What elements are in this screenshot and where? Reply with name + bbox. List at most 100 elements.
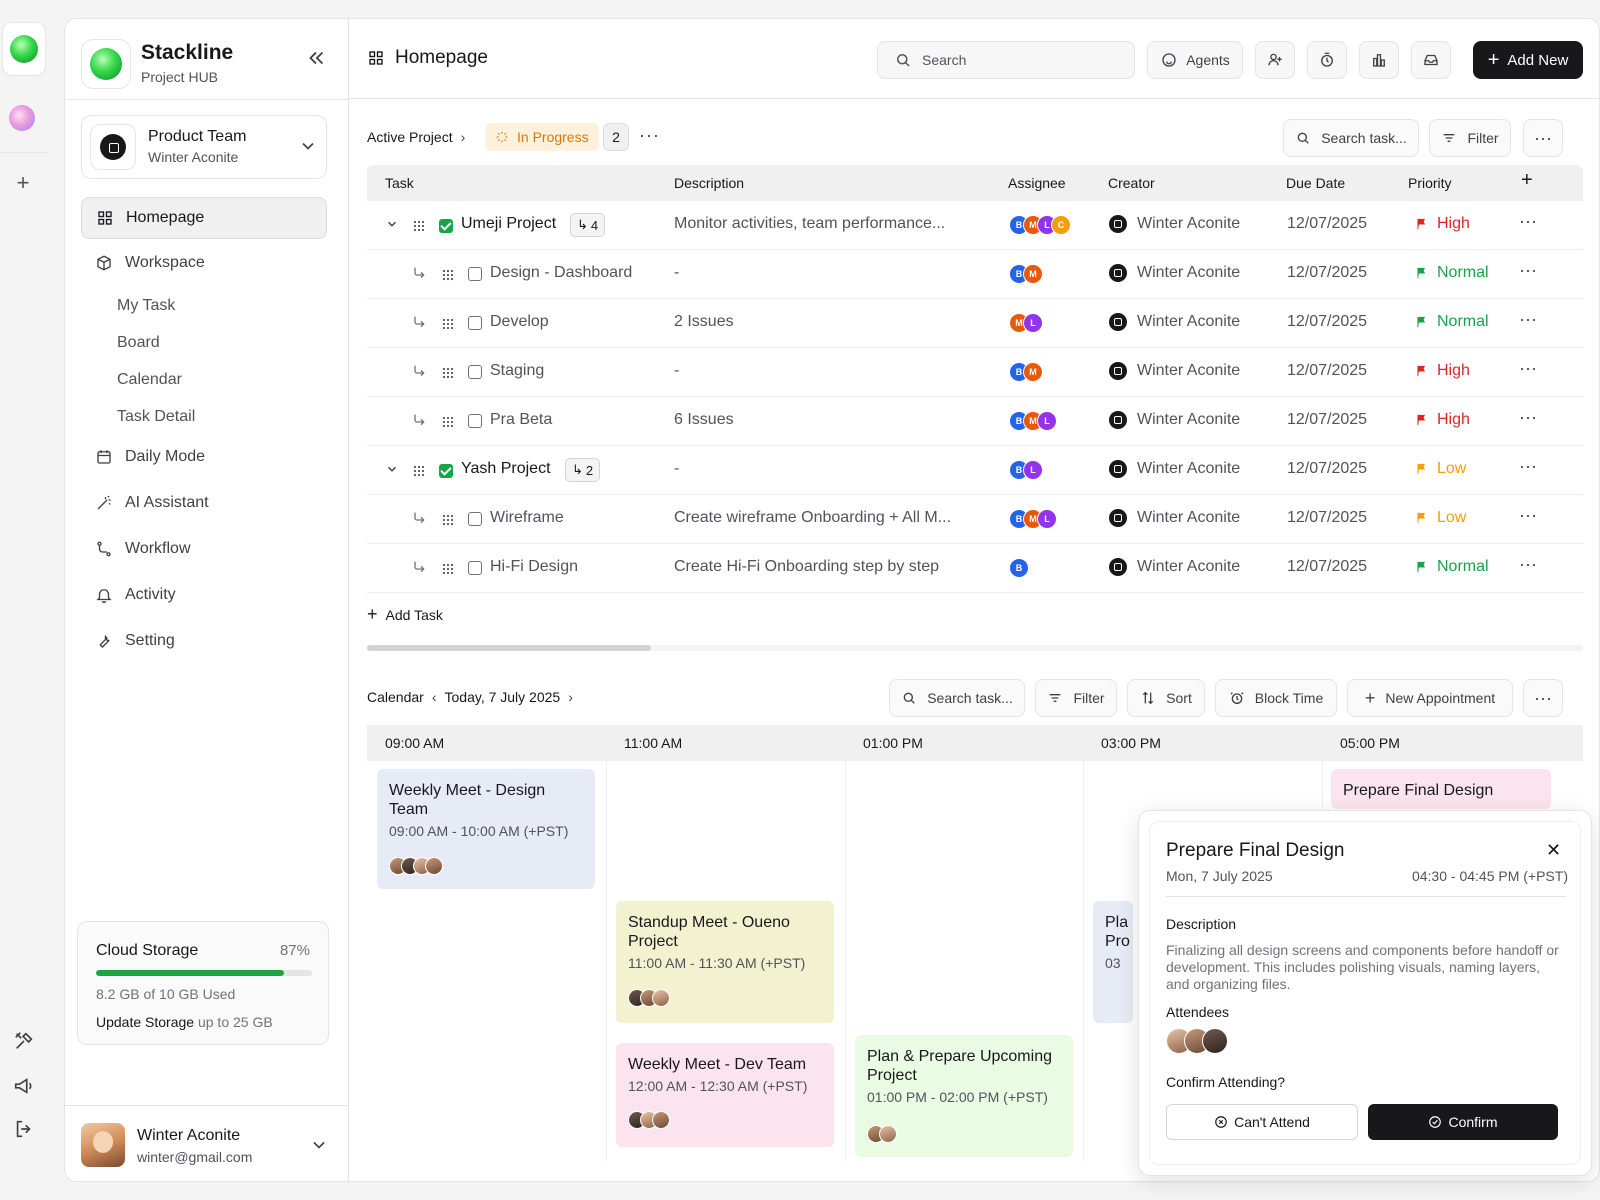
sidebar-item-activity[interactable]: Activity <box>81 573 327 617</box>
subtask-count-badge[interactable]: ↳ 4 <box>570 213 606 237</box>
column-header-priority[interactable]: Priority <box>1408 175 1452 191</box>
priority[interactable]: Normal <box>1415 313 1489 331</box>
sidebar-item-daily-mode[interactable]: Daily Mode <box>81 435 327 479</box>
sidebar-item-workspace[interactable]: Workspace <box>81 241 327 285</box>
row-more-icon[interactable]: ··· <box>1519 260 1537 281</box>
pink-orb-icon[interactable] <box>9 105 35 131</box>
task-checkbox[interactable] <box>468 316 482 330</box>
priority[interactable]: High <box>1415 411 1470 429</box>
update-storage-link[interactable]: Update Storage up to 25 GB <box>96 1014 273 1030</box>
search-input[interactable]: Search <box>877 41 1135 79</box>
assignee-avatar[interactable]: M <box>1023 264 1043 284</box>
table-row[interactable]: Wireframe Create wireframe Onboarding + A… <box>367 495 1583 544</box>
calendar-filter-button[interactable]: Filter <box>1035 679 1117 717</box>
task-name[interactable]: Staging <box>490 362 544 380</box>
task-name[interactable]: Yash Project <box>461 460 551 478</box>
calendar-search-input[interactable]: Search task... <box>889 679 1025 717</box>
task-checkbox[interactable] <box>468 365 482 379</box>
sidebar-subitem-calendar[interactable]: Calendar <box>81 361 327 398</box>
chevron-left-icon[interactable]: ‹ <box>432 689 437 705</box>
drag-handle-icon[interactable] <box>442 268 454 286</box>
column-header-description[interactable]: Description <box>674 175 744 191</box>
filter-button[interactable]: Filter <box>1429 119 1511 157</box>
table-row[interactable]: Staging - B M Winter Aconite 12/07/2025 High ··… <box>367 348 1583 397</box>
drag-handle-icon[interactable] <box>442 415 454 433</box>
add-column-icon[interactable]: + <box>1521 169 1533 192</box>
task-name[interactable]: Develop <box>490 313 549 331</box>
assignee-avatar[interactable]: M <box>1023 362 1043 382</box>
calendar-event[interactable]: Pla Pro 03 <box>1093 901 1133 1023</box>
drag-handle-icon[interactable] <box>442 317 454 335</box>
sidebar-item-setting[interactable]: Setting <box>81 619 327 663</box>
analytics-button[interactable] <box>1359 41 1399 79</box>
sidebar-item-workflow[interactable]: Workflow <box>81 527 327 571</box>
agents-button[interactable]: Agents <box>1147 41 1243 79</box>
row-more-icon[interactable]: ··· <box>1519 309 1537 330</box>
add-task-button[interactable]: + Add Task <box>367 604 443 625</box>
task-checkbox[interactable] <box>468 512 482 526</box>
drag-handle-icon[interactable] <box>442 562 454 580</box>
row-more-icon[interactable]: ··· <box>1519 456 1537 477</box>
chevron-down-icon[interactable] <box>385 217 399 231</box>
task-name[interactable]: Design - Dashboard <box>490 264 632 282</box>
status-badge[interactable]: In Progress <box>485 123 599 151</box>
assignee-avatar[interactable]: B <box>1009 558 1029 578</box>
calendar-event[interactable]: Plan & Prepare Upcoming Project 01:00 PM… <box>855 1035 1073 1157</box>
priority[interactable]: High <box>1415 362 1470 380</box>
assignee-avatar[interactable]: L <box>1023 460 1043 480</box>
subtask-count-badge[interactable]: ↳ 2 <box>565 458 601 482</box>
table-row[interactable]: Umeji Project Monitor activities, team pe… <box>367 201 1583 250</box>
drag-handle-icon[interactable] <box>442 513 454 531</box>
sort-button[interactable]: Sort <box>1127 679 1205 717</box>
collapse-sidebar-icon[interactable] <box>305 47 327 69</box>
user-menu[interactable]: Winter Aconite winter@gmail.com <box>81 1121 331 1171</box>
sidebar-subitem-task-detail[interactable]: Task Detail <box>81 398 327 435</box>
sidebar-item-ai-assistant[interactable]: AI Assistant <box>81 481 327 525</box>
priority[interactable]: Low <box>1415 509 1466 527</box>
chevron-right-icon[interactable]: › <box>568 689 573 705</box>
sidebar-item-homepage[interactable]: Homepage <box>81 197 327 239</box>
task-checkbox[interactable] <box>439 464 453 478</box>
invite-user-button[interactable] <box>1255 41 1295 79</box>
calendar-event[interactable]: Standup Meet - Oueno Project 11:00 AM - … <box>616 901 834 1023</box>
close-icon[interactable]: ✕ <box>1546 840 1561 861</box>
assignee-avatar[interactable]: L <box>1037 411 1057 431</box>
add-new-button[interactable]: + Add New <box>1473 41 1583 79</box>
row-more-icon[interactable]: ··· <box>1519 211 1537 232</box>
block-time-button[interactable]: Block Time <box>1215 679 1337 717</box>
column-header-creator[interactable]: Creator <box>1108 175 1155 191</box>
row-more-icon[interactable]: ··· <box>1519 554 1537 575</box>
column-header-due-date[interactable]: Due Date <box>1286 175 1345 191</box>
task-checkbox[interactable] <box>468 267 482 281</box>
column-header-task[interactable]: Task <box>385 175 414 191</box>
row-more-icon[interactable]: ··· <box>1519 407 1537 428</box>
inbox-button[interactable] <box>1411 41 1451 79</box>
row-more-icon[interactable]: ··· <box>1519 505 1537 526</box>
table-row[interactable]: Pra Beta 6 Issues B M L Winter Aconite 12/07/2… <box>367 397 1583 446</box>
drag-handle-icon[interactable] <box>442 366 454 384</box>
confirm-button[interactable]: Confirm <box>1368 1104 1558 1140</box>
priority[interactable]: Normal <box>1415 264 1489 282</box>
task-checkbox[interactable] <box>468 561 482 575</box>
chevron-down-icon[interactable] <box>385 462 399 476</box>
task-name[interactable]: Umeji Project <box>461 215 556 233</box>
table-row[interactable]: Design - Dashboard - B M Winter Aconite 12/07… <box>367 250 1583 299</box>
team-selector[interactable]: Product Team Winter Aconite <box>81 115 327 179</box>
priority[interactable]: Normal <box>1415 558 1489 576</box>
more-options-icon[interactable]: ··· <box>639 125 660 146</box>
new-appointment-button[interactable]: + New Appointment <box>1347 679 1513 717</box>
priority[interactable]: Low <box>1415 460 1466 478</box>
task-name[interactable]: Pra Beta <box>490 411 552 429</box>
megaphone-icon[interactable] <box>13 1075 35 1097</box>
tools-icon[interactable] <box>13 1030 35 1052</box>
breadcrumb[interactable]: Active Project › <box>367 129 473 145</box>
column-header-assignee[interactable]: Assignee <box>1008 175 1066 191</box>
task-checkbox[interactable] <box>439 219 453 233</box>
drag-handle-icon[interactable] <box>413 464 425 482</box>
table-row[interactable]: Yash Project - B L Winter Aconite 12/07/2025 L… <box>367 446 1583 495</box>
assignee-avatar[interactable]: L <box>1023 313 1043 333</box>
drag-handle-icon[interactable] <box>413 219 425 237</box>
task-name[interactable]: Hi-Fi Design <box>490 558 578 576</box>
priority[interactable]: High <box>1415 215 1470 233</box>
table-more-button[interactable]: ··· <box>1523 119 1563 157</box>
